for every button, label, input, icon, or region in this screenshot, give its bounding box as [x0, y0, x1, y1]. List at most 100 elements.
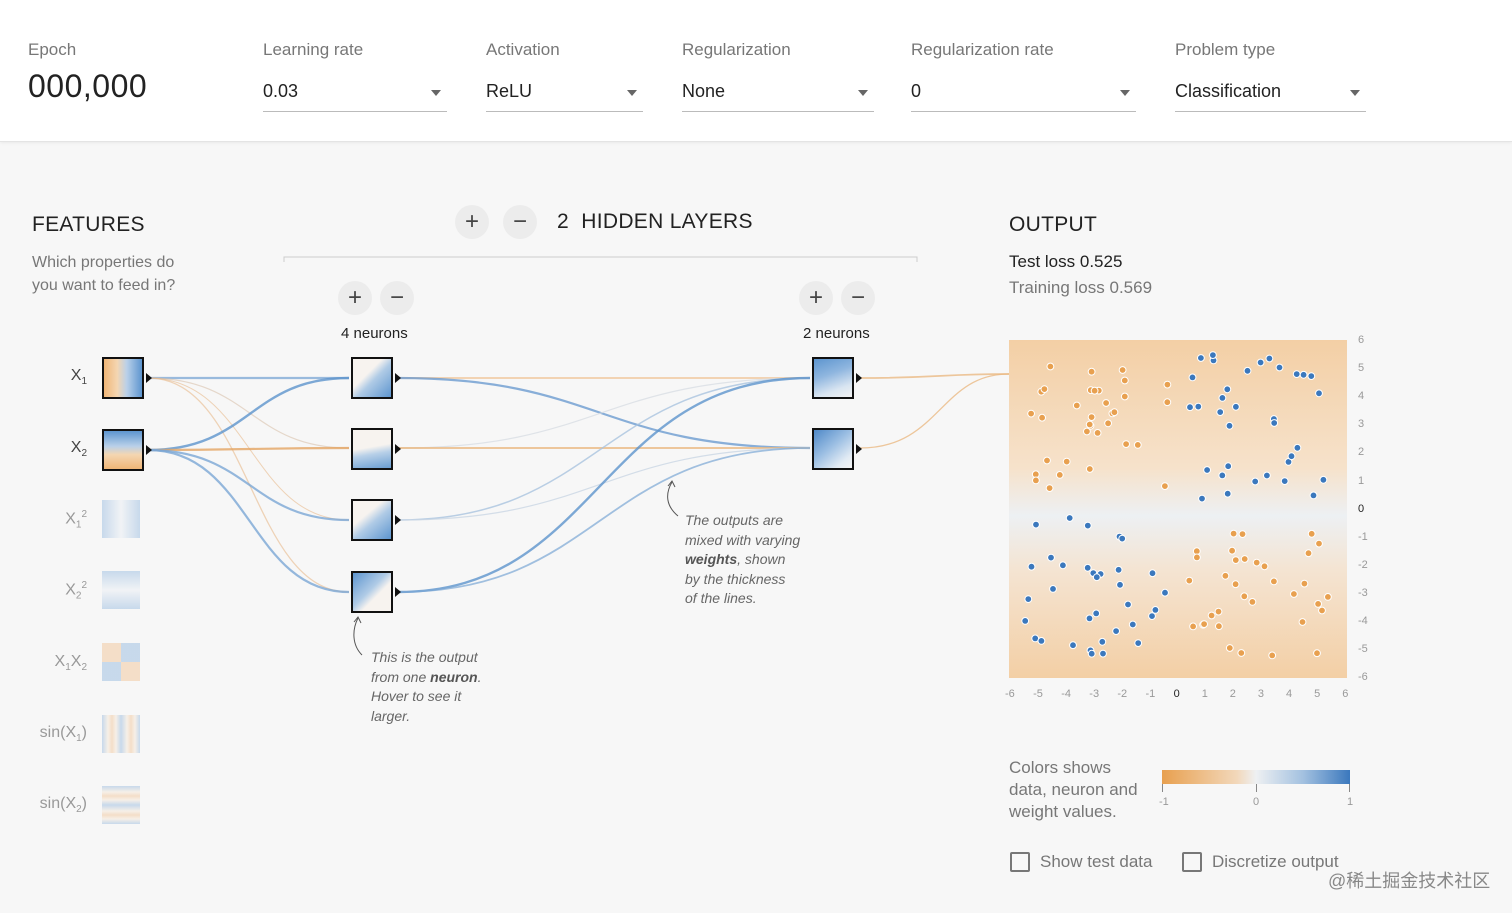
data-point — [1128, 620, 1137, 629]
data-point — [1027, 562, 1036, 571]
remove-layer-button[interactable]: − — [503, 205, 537, 239]
show-test-data-checkbox[interactable] — [1010, 852, 1030, 872]
feature-sin-x2-tile[interactable] — [102, 786, 140, 824]
legend-line: Colors shows — [1009, 758, 1112, 777]
x-tick-label: 4 — [1286, 688, 1293, 700]
data-point — [1256, 358, 1265, 367]
add-layer-button[interactable]: + — [455, 205, 489, 239]
y-tick-label: -2 — [1358, 558, 1368, 571]
annotation-line: Hover to see it — [371, 688, 462, 704]
data-point — [1228, 546, 1237, 555]
output-title: OUTPUT — [1009, 213, 1098, 236]
discretize-output-label: Discretize output — [1212, 852, 1339, 871]
data-point — [1238, 530, 1247, 539]
data-point — [1304, 549, 1313, 558]
neuron-annotation: This is the output from one neuron. Hove… — [371, 648, 481, 726]
feature-label-x2-squared: X22 — [65, 580, 87, 602]
data-point — [1055, 471, 1064, 479]
remove-neuron-layer2-button[interactable]: − — [841, 281, 875, 315]
y-tick-label: 0 — [1358, 502, 1365, 515]
feature-x1-squared-tile[interactable] — [102, 500, 140, 538]
feature-x2-tile[interactable] — [102, 429, 144, 471]
data-point — [1038, 413, 1046, 422]
x-tick-label: 2 — [1229, 688, 1236, 700]
data-point — [1102, 399, 1110, 407]
training-loss-value: 0.569 — [1109, 278, 1153, 297]
data-point — [1059, 561, 1067, 570]
hidden-layers-count: 2 — [557, 210, 569, 233]
data-point — [1046, 362, 1055, 371]
feature-x1-tile[interactable] — [102, 357, 144, 399]
neuron-tile[interactable] — [351, 357, 393, 399]
data-point — [1216, 408, 1225, 416]
data-point — [1072, 401, 1081, 410]
hidden-layers-header: 2 HIDDEN LAYERS — [557, 210, 753, 234]
port-icon — [395, 515, 401, 525]
data-point — [1240, 592, 1249, 601]
data-point — [1112, 627, 1120, 636]
x-tick-label: -2 — [1117, 688, 1128, 700]
data-point — [1221, 571, 1230, 580]
data-point — [1087, 413, 1096, 421]
data-point — [1185, 576, 1194, 585]
data-point — [1118, 366, 1127, 374]
y-tick-label: -5 — [1358, 643, 1368, 656]
data-point — [1243, 366, 1252, 375]
y-tick-label: 5 — [1358, 362, 1365, 375]
data-point — [1148, 569, 1157, 578]
x-tick-label: 6 — [1342, 688, 1349, 700]
features-subtitle-line2: you want to feed in? — [32, 277, 176, 294]
feature-label-x1: X1 — [70, 367, 87, 388]
data-point — [1270, 419, 1279, 427]
y-tick-label: 3 — [1358, 418, 1365, 431]
y-tick-label: 6 — [1358, 334, 1365, 346]
data-point — [1248, 598, 1257, 606]
feature-sin-x1-tile[interactable] — [102, 715, 140, 753]
neuron-tile[interactable] — [351, 428, 393, 470]
data-point — [1047, 553, 1055, 562]
training-loss-label: Training loss — [1009, 278, 1105, 297]
annotation-emphasis: weights — [685, 551, 738, 567]
annotation-text: from one — [371, 668, 431, 685]
discretize-output-checkbox[interactable] — [1182, 852, 1202, 872]
test-loss: Test loss 0.525 — [1009, 252, 1122, 272]
data-point — [1085, 465, 1094, 473]
show-test-data-label: Show test data — [1040, 852, 1153, 871]
output-points — [1021, 351, 1332, 660]
data-point — [1122, 440, 1130, 448]
data-point — [1120, 376, 1129, 385]
data-point — [1118, 534, 1127, 543]
data-point — [1307, 372, 1316, 380]
feature-x1-times-x2-tile[interactable] — [102, 643, 140, 681]
annotation-emphasis: neuron — [430, 668, 478, 685]
output-heatmap[interactable] — [1009, 340, 1347, 678]
data-point — [1186, 403, 1194, 412]
data-point — [1218, 394, 1227, 402]
data-point — [1040, 385, 1049, 393]
data-point — [1085, 614, 1094, 623]
annotation-arrow — [667, 481, 679, 517]
x-tick-label: -3 — [1089, 688, 1100, 700]
neuron-tile[interactable] — [812, 428, 854, 470]
data-point — [1200, 620, 1209, 629]
data-point — [1194, 402, 1203, 411]
neuron-tile[interactable] — [351, 571, 393, 613]
annotation-line: This is the output — [371, 649, 478, 665]
data-point — [1151, 606, 1160, 614]
data-point — [1224, 462, 1233, 471]
remove-neuron-layer1-button[interactable]: − — [380, 281, 414, 315]
data-point — [1225, 421, 1234, 430]
add-neuron-layer1-button[interactable]: + — [338, 281, 372, 315]
legend-tick — [1162, 784, 1163, 792]
data-point — [1280, 477, 1289, 486]
data-point — [1265, 354, 1274, 363]
feature-x2-squared-tile[interactable] — [102, 571, 140, 609]
data-point — [1163, 398, 1172, 407]
x-tick-label: 0 — [1173, 688, 1180, 700]
neuron-tile[interactable] — [812, 357, 854, 399]
neuron-tile[interactable] — [351, 499, 393, 541]
data-point — [1090, 386, 1099, 395]
feature-label-x2: X2 — [70, 439, 87, 460]
add-neuron-layer2-button[interactable]: + — [799, 281, 833, 315]
port-icon — [395, 444, 401, 454]
